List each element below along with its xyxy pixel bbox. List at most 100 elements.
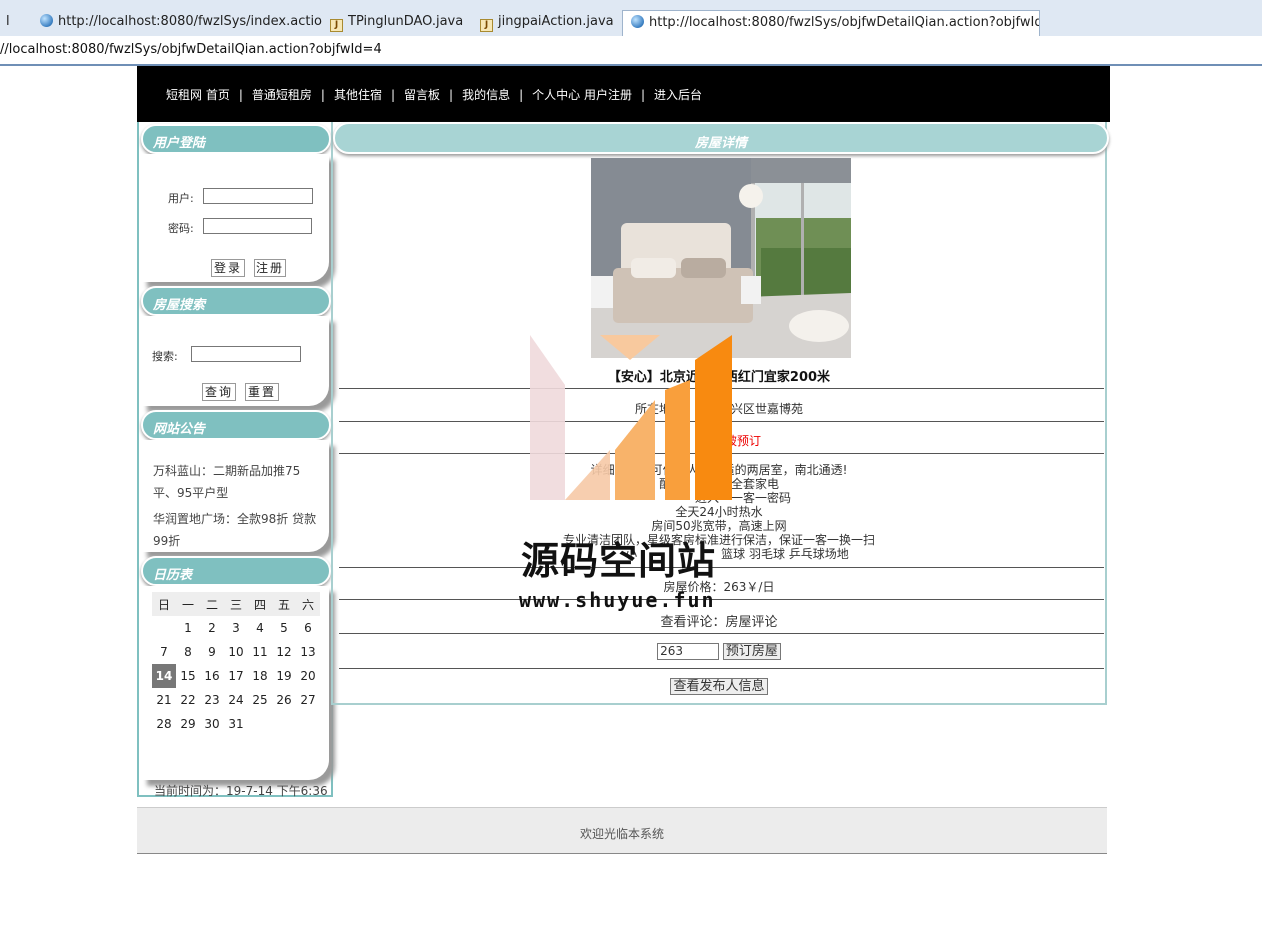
notice-panel: 万科蓝山：二期新品加推75平、95平户型 华润置地广场：全款98折 贷款99折 <box>141 440 329 552</box>
calendar-day[interactable]: 23 <box>200 688 224 712</box>
calendar-day[interactable]: 21 <box>152 688 176 712</box>
username-label: 用户: <box>168 192 194 205</box>
top-nav: 短租网 首页 | 普通短租房 | 其他住宿 | 留言板 | 我的信息 | 个人中心 用户注册 | 进入后… <box>137 66 1110 122</box>
divider <box>339 633 1104 634</box>
calendar-day[interactable]: 13 <box>296 640 320 664</box>
nav-other-lodging[interactable]: 其他住宿 <box>334 88 382 102</box>
calendar-empty-cell <box>152 616 176 640</box>
calendar-day[interactable]: 19 <box>272 664 296 688</box>
register-button[interactable]: 注册 <box>254 259 286 277</box>
calendar-table: 日 一 二 三 四 五 六 1 2 3 4 5 6 7 8 9 10 11 12 13 14 15 16 17 1… <box>152 592 320 736</box>
calendar-day[interactable]: 27 <box>296 688 320 712</box>
calendar-week-row: 7 8 9 10 11 12 13 <box>152 640 320 664</box>
address-bar[interactable]: //localhost:8080/fwzlSys/objfwDetailQian… <box>0 36 1262 66</box>
calendar-day[interactable]: 15 <box>176 664 200 688</box>
browser-tab-5-active[interactable]: http://localhost:8080/fwzlSys/objfwDetai… <box>622 10 1040 36</box>
house-detail-title: 房屋详情 <box>694 136 747 151</box>
calendar-day[interactable]: 25 <box>248 688 272 712</box>
login-panel-header: 用户登陆 <box>141 124 331 154</box>
tab-label: http://localhost:8080/fwzlSys/objfwDetai… <box>649 15 1040 30</box>
nav-separator: | <box>320 88 325 102</box>
nav-message-board[interactable]: 留言板 <box>404 88 440 102</box>
weekday-cell: 六 <box>296 592 320 616</box>
calendar-day[interactable]: 11 <box>248 640 272 664</box>
nav-links: 短租网 首页 | 普通短租房 | 其他住宿 | 留言板 | 我的信息 | 个人中心 用户注册 | 进入后… <box>166 86 702 103</box>
weekday-cell: 三 <box>224 592 248 616</box>
search-label: 搜索: <box>152 350 178 363</box>
calendar-day[interactable]: 18 <box>248 664 272 688</box>
browser-tab-1[interactable]: l <box>0 10 30 36</box>
login-panel: 用户: 密码: 登录 注册 <box>141 154 329 282</box>
password-label: 密码: <box>168 222 194 235</box>
java-file-icon: J <box>330 19 343 32</box>
calendar-day[interactable]: 17 <box>224 664 248 688</box>
nav-separator: | <box>640 88 645 102</box>
tab-label: jingpaiAction.java <box>498 14 614 29</box>
calendar-day[interactable]: 24 <box>224 688 248 712</box>
calendar-day[interactable]: 26 <box>272 688 296 712</box>
search-query-button[interactable]: 查询 <box>202 383 236 401</box>
nav-separator: | <box>390 88 395 102</box>
tab-label: http://localhost:8080/fwzlSys/index.acti… <box>58 14 322 29</box>
page-footer: 欢迎光临本系统 <box>137 807 1107 854</box>
calendar-day[interactable]: 3 <box>224 616 248 640</box>
calendar-day[interactable]: 16 <box>200 664 224 688</box>
nav-user-center[interactable]: 个人中心 用户注册 <box>532 88 632 102</box>
nav-short-rent[interactable]: 普通短租房 <box>252 88 312 102</box>
calendar-panel: 日 一 二 三 四 五 六 1 2 3 4 5 6 7 8 9 10 11 12 13 14 15 16 17 1… <box>141 586 329 780</box>
search-reset-button[interactable]: 重置 <box>245 383 279 401</box>
watermark-url: www.shuyue.fun <box>519 588 716 612</box>
calendar-empty-cell <box>272 712 296 736</box>
left-sidebar: 用户登陆 用户: 密码: 登录 注册 房屋搜索 搜索: 查询 重置 网站公告 万… <box>137 122 333 798</box>
calendar-day[interactable]: 20 <box>296 664 320 688</box>
login-button[interactable]: 登录 <box>211 259 245 277</box>
browser-tab-3[interactable]: J TPinglunDAO.java <box>322 10 470 36</box>
calendar-day[interactable]: 1 <box>176 616 200 640</box>
calendar-day[interactable]: 31 <box>224 712 248 736</box>
tab-label: TPinglunDAO.java <box>348 14 464 29</box>
username-input[interactable] <box>203 188 313 204</box>
search-input[interactable] <box>191 346 301 362</box>
calendar-day[interactable]: 14 <box>152 664 176 688</box>
notice-panel-header: 网站公告 <box>141 410 331 440</box>
calendar-day[interactable]: 30 <box>200 712 224 736</box>
calendar-weekday-row: 日 一 二 三 四 五 六 <box>152 592 320 616</box>
nav-home[interactable]: 短租网 首页 <box>166 88 230 102</box>
price-input[interactable]: 263 <box>657 643 720 660</box>
footer-text: 欢迎光临本系统 <box>579 827 664 841</box>
password-input[interactable] <box>203 218 312 234</box>
notice-item[interactable]: 华润置地广场：全款98折 贷款99折 <box>153 508 323 552</box>
search-panel-title: 房屋搜索 <box>153 298 206 313</box>
search-panel: 搜索: 查询 重置 <box>141 316 329 406</box>
weekday-cell: 日 <box>152 592 176 616</box>
nav-admin[interactable]: 进入后台 <box>654 88 702 102</box>
calendar-day[interactable]: 8 <box>176 640 200 664</box>
weekday-cell: 二 <box>200 592 224 616</box>
calendar-day[interactable]: 6 <box>296 616 320 640</box>
calendar-day[interactable]: 5 <box>272 616 296 640</box>
calendar-panel-title: 日历表 <box>153 568 193 583</box>
house-detail-header: 房屋详情 <box>333 122 1109 154</box>
nav-my-info[interactable]: 我的信息 <box>462 88 510 102</box>
booking-row: 263 预订房屋 <box>333 643 1105 660</box>
browser-tab-4[interactable]: JjingpaiAction.java <box>472 10 622 36</box>
browser-tab-2[interactable]: http://localhost:8080/fwzlSys/index.acti… <box>32 10 322 36</box>
calendar-day[interactable]: 4 <box>248 616 272 640</box>
view-publisher-button[interactable]: 查看发布人信息 <box>670 678 768 695</box>
globe-icon <box>631 15 644 28</box>
calendar-day[interactable]: 10 <box>224 640 248 664</box>
watermark: 源码空间站 www.shuyue.fun <box>515 330 755 620</box>
calendar-day[interactable]: 12 <box>272 640 296 664</box>
calendar-day[interactable]: 28 <box>152 712 176 736</box>
book-house-button[interactable]: 预订房屋 <box>722 643 781 660</box>
login-panel-title: 用户登陆 <box>153 136 206 151</box>
weekday-cell: 五 <box>272 592 296 616</box>
notice-item[interactable]: 万科蓝山：二期新品加推75平、95平户型 <box>153 460 323 504</box>
calendar-week-row: 123456 <box>152 616 320 640</box>
calendar-day[interactable]: 22 <box>176 688 200 712</box>
calendar-day[interactable]: 9 <box>200 640 224 664</box>
calendar-day[interactable]: 29 <box>176 712 200 736</box>
calendar-day[interactable]: 7 <box>152 640 176 664</box>
calendar-day[interactable]: 2 <box>200 616 224 640</box>
address-text[interactable]: //localhost:8080/fwzlSys/objfwDetailQian… <box>0 42 382 57</box>
